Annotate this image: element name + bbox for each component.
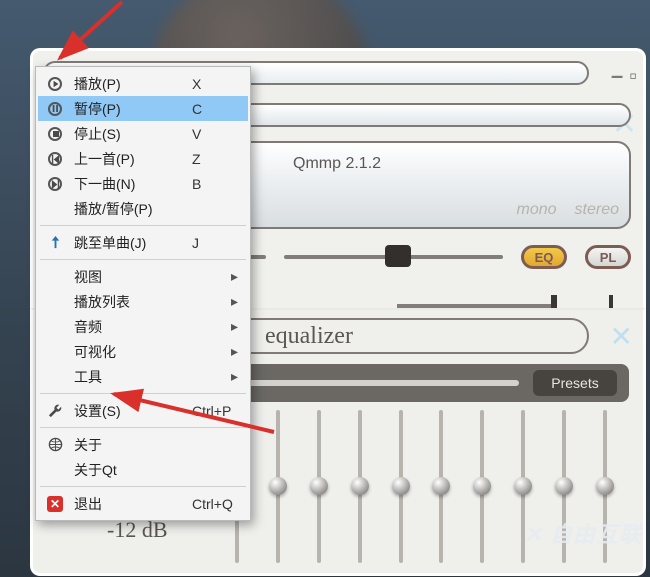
shade-button[interactable]: ▫ xyxy=(629,63,637,89)
context-menu[interactable]: 播放(P) X 暂停(P) C 停止(S) V 上一首(P) Z 下一曲(N) B 播放/暂停(P)… xyxy=(35,66,251,521)
watermark: ✕ 自由互联 xyxy=(523,517,642,549)
submenu-arrow-icon: ▸ xyxy=(231,318,238,335)
exit-icon: ✕ xyxy=(46,495,64,513)
menu-item-stop[interactable]: 停止(S) V xyxy=(38,121,248,146)
version-label: Qmmp 2.1.2 xyxy=(293,155,381,173)
menu-item-wrench[interactable]: 设置(S) Ctrl+P xyxy=(38,398,248,423)
eq-band-slider-5[interactable] xyxy=(425,410,459,563)
menu-separator xyxy=(40,486,246,487)
menu-item-label: 暂停(P) xyxy=(74,99,172,119)
menu-item-label: 播放(P) xyxy=(74,74,172,94)
submenu-arrow-icon: ▸ xyxy=(231,268,238,285)
menu-separator xyxy=(40,225,246,226)
menu-item-next[interactable]: 下一曲(N) B xyxy=(38,171,248,196)
menu-item-play[interactable]: 播放(P) X xyxy=(38,71,248,96)
menu-item-shortcut: Z xyxy=(192,151,238,167)
blank-icon xyxy=(46,343,64,361)
blank-icon xyxy=(46,293,64,311)
menu-separator xyxy=(40,259,246,260)
globe-icon xyxy=(46,436,64,454)
minimize-button[interactable]: – xyxy=(611,63,623,89)
menu-item-label: 退出 xyxy=(74,494,172,514)
menu-item-18[interactable]: 关于Qt xyxy=(38,457,248,482)
presets-button[interactable]: Presets xyxy=(533,370,617,396)
eq-band-slider-6[interactable] xyxy=(466,410,500,563)
eq-band-slider-2[interactable] xyxy=(303,410,337,563)
eq-toggle-button[interactable]: EQ xyxy=(521,245,567,269)
eq-band-slider-1[interactable] xyxy=(262,410,296,563)
blank-icon xyxy=(46,461,64,479)
mono-label: mono xyxy=(517,201,557,219)
stop-icon xyxy=(46,125,64,143)
menu-item-label: 视图 xyxy=(74,267,221,287)
eq-band-slider-3[interactable] xyxy=(344,410,378,563)
menu-item-pause[interactable]: 暂停(P) C xyxy=(38,96,248,121)
menu-item-shortcut: Ctrl+Q xyxy=(192,496,238,512)
blank-icon xyxy=(46,268,64,286)
wrench-icon xyxy=(46,402,64,420)
menu-item-shortcut: J xyxy=(192,235,238,251)
stereo-label: stereo xyxy=(575,201,619,219)
menu-separator xyxy=(40,427,246,428)
eq-band-slider-4[interactable] xyxy=(385,410,419,563)
play-icon xyxy=(46,75,64,93)
menu-item-globe[interactable]: 关于 xyxy=(38,432,248,457)
menu-item-label: 下一曲(N) xyxy=(74,174,172,194)
menu-item-label: 播放/暂停(P) xyxy=(74,199,172,219)
menu-item-exit[interactable]: ✕ 退出 Ctrl+Q xyxy=(38,491,248,516)
menu-item-label: 跳至单曲(J) xyxy=(74,233,172,253)
submenu-arrow-icon: ▸ xyxy=(231,293,238,310)
balance-slider[interactable] xyxy=(284,247,503,267)
pl-toggle-button[interactable]: PL xyxy=(585,245,631,269)
menu-item-10[interactable]: 播放列表 ▸ xyxy=(38,289,248,314)
blank-icon xyxy=(46,368,64,386)
menu-item-12[interactable]: 可视化 ▸ xyxy=(38,339,248,364)
menu-item-13[interactable]: 工具 ▸ xyxy=(38,364,248,389)
equalizer-close-icon[interactable]: ✕ xyxy=(610,320,633,353)
menu-item-9[interactable]: 视图 ▸ xyxy=(38,264,248,289)
menu-item-label: 关于 xyxy=(74,435,172,455)
menu-item-shortcut: B xyxy=(192,176,238,192)
menu-item-label: 工具 xyxy=(74,367,221,387)
menu-item-label: 关于Qt xyxy=(74,460,172,480)
menu-item-label: 设置(S) xyxy=(74,401,172,421)
menu-item-jump[interactable]: 跳至单曲(J) J xyxy=(38,230,248,255)
menu-item-label: 停止(S) xyxy=(74,124,172,144)
menu-item-label: 播放列表 xyxy=(74,292,221,312)
menu-item-label: 音频 xyxy=(74,317,221,337)
menu-item-prev[interactable]: 上一首(P) Z xyxy=(38,146,248,171)
submenu-arrow-icon: ▸ xyxy=(231,368,238,385)
menu-item-5[interactable]: 播放/暂停(P) xyxy=(38,196,248,221)
next-icon xyxy=(46,175,64,193)
menu-item-shortcut: V xyxy=(192,126,238,142)
jump-icon xyxy=(46,234,64,252)
submenu-arrow-icon: ▸ xyxy=(231,343,238,360)
blank-icon xyxy=(46,318,64,336)
pause-icon xyxy=(46,100,64,118)
menu-item-label: 上一首(P) xyxy=(74,149,172,169)
menu-item-label: 可视化 xyxy=(74,342,221,362)
blank-icon xyxy=(46,200,64,218)
menu-separator xyxy=(40,393,246,394)
menu-item-shortcut: Ctrl+P xyxy=(192,403,238,419)
prev-icon xyxy=(46,150,64,168)
menu-item-shortcut: X xyxy=(192,76,238,92)
menu-item-11[interactable]: 音频 ▸ xyxy=(38,314,248,339)
menu-item-shortcut: C xyxy=(192,101,238,117)
